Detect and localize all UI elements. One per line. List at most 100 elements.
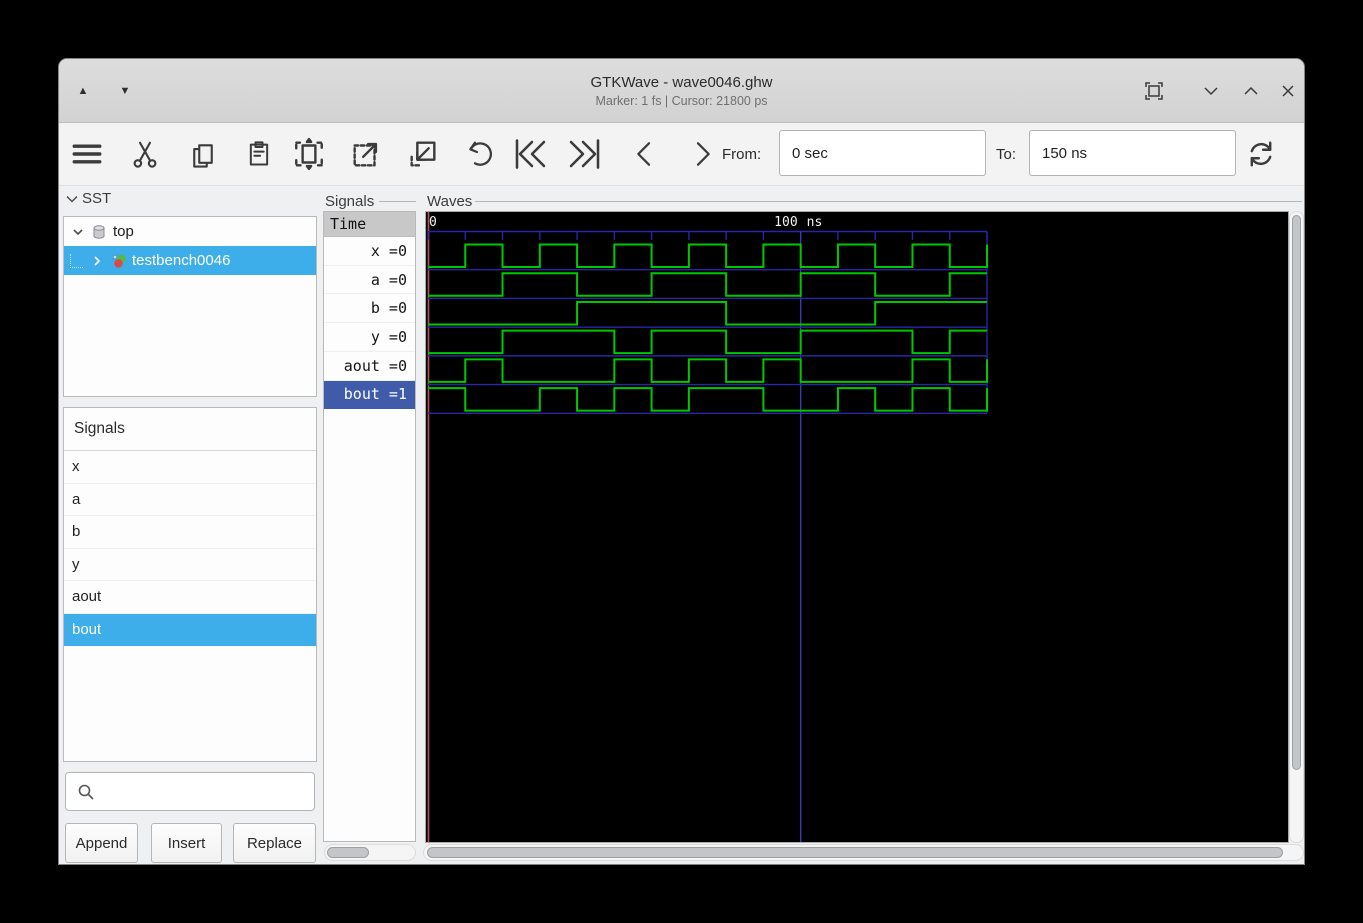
close-icon: [1277, 80, 1299, 102]
timeline-label: 0: [429, 215, 437, 230]
chevron-left-icon: [629, 138, 661, 170]
marker-cursor-status: Marker: 1 fs | Cursor: 21800 ps: [595, 94, 767, 108]
signal-list-item-y[interactable]: y: [64, 549, 316, 582]
scissors-icon: [130, 139, 160, 169]
tree-item-label: testbench0046: [132, 252, 230, 269]
close-button[interactable]: [1276, 79, 1300, 103]
search-input[interactable]: [100, 774, 312, 811]
waves-vscrollbar-thumb[interactable]: [1292, 215, 1301, 770]
gtkwave-window: ▲ ▼ GTKWave - wave0046.ghw Marker: 1 fs …: [58, 58, 1305, 865]
undo-button[interactable]: [461, 136, 497, 172]
database-icon: [90, 223, 108, 241]
skip-to-start-icon: [511, 136, 547, 172]
expander-closed-icon[interactable]: [89, 253, 105, 269]
waves-frame-line: [475, 201, 1302, 202]
paste-button[interactable]: [241, 136, 277, 172]
time-header[interactable]: Time: [324, 212, 415, 237]
signal-list-item-bout[interactable]: bout: [64, 614, 316, 647]
waves-frame-label: Waves: [427, 193, 472, 210]
waveform-x: [428, 245, 987, 268]
undo-arrow-icon: [463, 138, 495, 170]
fullscreen-icon: [1143, 80, 1165, 102]
waveform-aout: [428, 359, 987, 382]
maximize-button[interactable]: [1239, 79, 1263, 103]
clipboard-icon: [245, 140, 273, 168]
waves-hscrollbar[interactable]: [423, 844, 1304, 861]
shift-pane-down-button[interactable]: ▼: [115, 81, 135, 101]
menu-button[interactable]: [69, 136, 105, 172]
sst-frame-header[interactable]: SST: [65, 190, 111, 207]
names-hscrollbar-thumb[interactable]: [327, 847, 369, 858]
wave-name-row-aout[interactable]: aout =0: [324, 352, 415, 381]
append-button[interactable]: Append: [65, 823, 138, 863]
shift-pane-up-button[interactable]: ▲: [73, 81, 93, 101]
sst-frame-label: SST: [82, 190, 111, 207]
window-title: GTKWave - wave0046.ghw: [590, 74, 772, 91]
toolbar: From: To:: [59, 123, 1304, 186]
from-time-input[interactable]: [779, 130, 986, 176]
go-to-end-button[interactable]: [568, 136, 604, 172]
replace-button[interactable]: Replace: [233, 823, 316, 863]
minimize-button[interactable]: [1199, 79, 1223, 103]
search-icon: [76, 782, 96, 807]
tree-item-testbench[interactable]: testbench0046: [64, 246, 316, 275]
wave-name-row-y[interactable]: y =0: [324, 323, 415, 352]
chevron-down-icon: [1200, 80, 1222, 102]
zoom-in-button[interactable]: [405, 136, 441, 172]
signal-list-item-x[interactable]: x: [64, 451, 316, 484]
wave-name-row-b[interactable]: b =0: [324, 294, 415, 323]
waveform-canvas[interactable]: 0 100 ns: [426, 212, 1288, 842]
hamburger-menu-icon: [70, 137, 104, 171]
wave-name-row-a[interactable]: a =0: [324, 266, 415, 295]
cut-button[interactable]: [127, 136, 163, 172]
timeline-label-unit: ns: [807, 215, 823, 230]
wave-display[interactable]: 0 100 ns: [425, 211, 1289, 843]
sst-tree-panel: top testbench0046: [63, 216, 317, 397]
signal-list-item-b[interactable]: b: [64, 516, 316, 549]
fullscreen-button[interactable]: [1142, 79, 1166, 103]
names-frame-label: Signals: [325, 193, 374, 210]
signals-list-panel: Signals xabyaoutbout: [63, 407, 317, 762]
copy-button[interactable]: [185, 136, 221, 172]
zoom-out-icon: [349, 137, 383, 171]
waves-vscrollbar[interactable]: [1289, 211, 1304, 843]
waveform-bout: [428, 388, 987, 411]
names-hscrollbar[interactable]: [324, 844, 416, 861]
to-label: To:: [996, 146, 1016, 163]
tree-item-top[interactable]: top: [64, 217, 316, 246]
wave-name-list: x =0a =0b =0y =0aout =0bout =1: [324, 237, 415, 409]
tree-guide-line: [70, 254, 83, 268]
signals-list-header: Signals: [64, 408, 316, 451]
reload-button[interactable]: [1243, 136, 1279, 172]
reload-icon: [1244, 137, 1278, 171]
wave-name-row-bout[interactable]: bout =1: [324, 381, 415, 410]
zoom-out-full-button[interactable]: [348, 136, 384, 172]
from-label: From:: [722, 146, 761, 163]
skip-to-end-icon: [568, 136, 604, 172]
chevron-right-icon: [686, 138, 718, 170]
insert-button[interactable]: Insert: [151, 823, 222, 863]
waves-hscrollbar-thumb[interactable]: [427, 847, 1283, 858]
to-time-input[interactable]: [1029, 130, 1236, 176]
expander-open-icon[interactable]: [70, 224, 86, 240]
zoom-fit-button[interactable]: [291, 136, 327, 172]
names-frame-line: [379, 201, 416, 202]
go-to-start-button[interactable]: [511, 136, 547, 172]
signals-list: xabyaoutbout: [64, 451, 316, 646]
copy-icon: [188, 139, 218, 169]
wave-names-panel: Time x =0a =0b =0y =0aout =0bout =1: [323, 211, 416, 842]
waveform-b: [428, 302, 987, 325]
shift-right-button[interactable]: [684, 136, 720, 172]
shift-left-button[interactable]: [627, 136, 663, 172]
signal-list-item-a[interactable]: a: [64, 484, 316, 517]
timeline-label: 100: [774, 215, 797, 230]
zoom-in-icon: [406, 137, 440, 171]
wave-name-row-x[interactable]: x =0: [324, 237, 415, 266]
signal-search-box: [65, 772, 315, 811]
zoom-fit-icon: [292, 137, 326, 171]
titlebar: ▲ ▼ GTKWave - wave0046.ghw Marker: 1 fs …: [59, 59, 1304, 123]
waveform-a: [428, 273, 987, 296]
module-icon: [109, 252, 127, 270]
sst-collapse-icon: [65, 192, 79, 206]
signal-list-item-aout[interactable]: aout: [64, 581, 316, 614]
